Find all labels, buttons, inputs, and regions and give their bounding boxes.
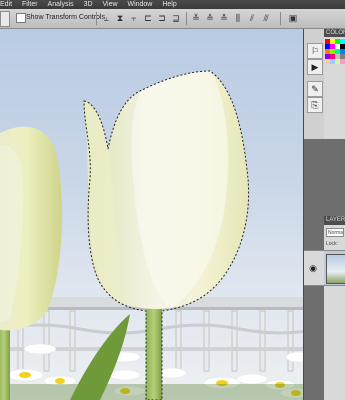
options-divider [186,12,187,25]
menu-help[interactable]: Help [162,0,176,9]
distribute-bottom-icon[interactable]: ≛ [218,12,230,24]
auto-align-icon[interactable]: ▣ [287,12,299,24]
layer-row[interactable] [324,250,345,286]
align-bottom-icon[interactable]: ⫟ [128,12,140,24]
show-transform-checkbox[interactable] [16,13,26,23]
options-divider [96,12,97,25]
menu-3d[interactable]: 3D [84,0,93,9]
options-bar: Show Transform Controls ⫠ ⧗ ⫟ ⊏ ⊐ ⊒ ≚ ≙ … [0,9,345,29]
layers-panel-title[interactable]: LAYERS [324,216,345,225]
menu-view[interactable]: View [102,0,117,9]
auto-align-group: ▣ [287,12,299,24]
distribute-right-icon[interactable]: ⫻ [260,12,272,24]
collapsed-panel-strip: ⚐ ▶ ✎ ⎘ [304,29,325,139]
align-hcenter-icon[interactable]: ⊐ [156,12,168,24]
menu-edit[interactable]: Edit [0,0,12,9]
layer-thumbnail [326,254,345,284]
brushes-icon[interactable]: ✎ [307,81,323,97]
distribute-hcenter-icon[interactable]: ⫽ [246,12,258,24]
clone-source-icon[interactable]: ⎘ [307,97,323,113]
align-top-icon[interactable]: ⫠ [100,12,112,24]
layers-panel: LAYERS Normal Lock: [324,216,345,400]
align-vcenter-icon[interactable]: ⧗ [114,12,126,24]
lock-label: Lock: [326,241,338,247]
history-icon[interactable]: ⚐ [307,43,323,59]
layer-visibility-cell: ◉ [304,250,324,286]
distribute-group: ≚ ≙ ≛ ⫼ ⫽ ⫻ [190,12,272,24]
align-left-icon[interactable]: ⊏ [142,12,154,24]
color-panel-title[interactable]: COLOR [324,29,345,37]
blend-mode-select[interactable]: Normal [326,228,344,237]
menu-bar: Edit Filter Analysis 3D View Window Help [0,0,345,9]
actions-icon[interactable]: ▶ [307,59,323,75]
show-transform-label: Show Transform Controls [26,14,105,21]
align-right-icon[interactable]: ⊒ [170,12,182,24]
tool-preset-picker[interactable] [0,11,10,27]
left-tulip [0,126,62,400]
color-swatch[interactable] [340,59,345,64]
menu-window[interactable]: Window [127,0,152,9]
swatch-grid [325,39,345,64]
menu-analysis[interactable]: Analysis [48,0,74,9]
distribute-vcenter-icon[interactable]: ≙ [204,12,216,24]
document-canvas[interactable] [0,29,303,400]
panel-dock: ⚐ ▶ ✎ ⎘ COLOR LAYERS Normal Lock: ◉ [303,29,345,400]
distribute-left-icon[interactable]: ⫼ [232,12,244,24]
tulip-photo [0,70,303,400]
eye-icon[interactable]: ◉ [308,263,318,273]
align-group: ⫠ ⧗ ⫟ ⊏ ⊐ ⊒ [100,12,182,24]
menu-filter[interactable]: Filter [22,0,38,9]
distribute-top-icon[interactable]: ≚ [190,12,202,24]
options-divider [280,12,281,25]
